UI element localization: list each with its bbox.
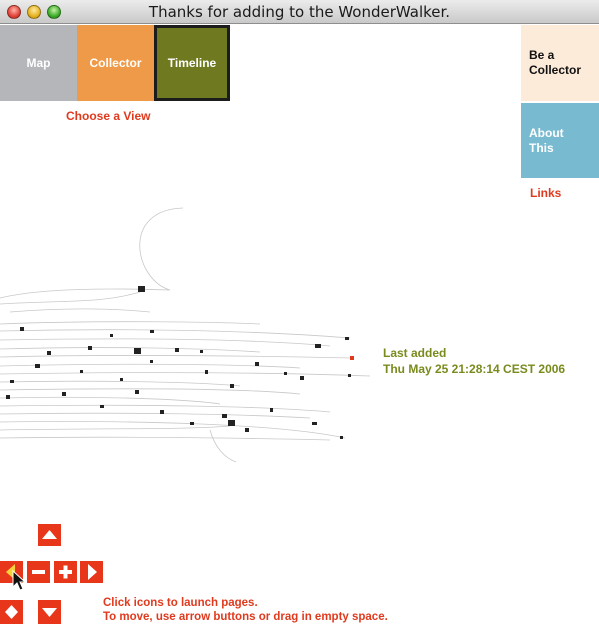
timeline-visualization[interactable] <box>0 200 370 470</box>
map-view-button[interactable]: Map <box>0 25 77 101</box>
zoom-out-button[interactable] <box>27 561 50 583</box>
instructions-line-1: Click icons to launch pages. <box>103 597 258 609</box>
move-down-button[interactable] <box>38 600 61 624</box>
links-caption: Links <box>530 186 562 200</box>
window-title: Thanks for adding to the WonderWalker. <box>148 3 451 21</box>
window-titlebar: Thanks for adding to the WonderWalker. <box>0 0 599 24</box>
collector-view-button[interactable]: Collector <box>77 25 154 101</box>
last-added-date: Thu May 25 21:28:14 CEST 2006 <box>383 362 566 376</box>
minus-icon <box>32 570 45 574</box>
timeline-view-button[interactable]: Timeline <box>154 25 230 101</box>
move-up-button[interactable] <box>38 524 61 546</box>
mouse-pointer-icon <box>12 570 27 591</box>
reset-view-button[interactable] <box>0 600 23 624</box>
about-this-link[interactable]: About This <box>521 103 599 178</box>
diamond-icon <box>5 605 18 619</box>
choose-view-caption: Choose a View <box>66 109 151 123</box>
arrow-down-icon <box>42 608 57 617</box>
move-right-button[interactable] <box>80 561 103 583</box>
last-added-label: Last added <box>383 346 447 360</box>
zoom-in-button[interactable] <box>54 561 77 583</box>
be-collector-link[interactable]: Be a Collector <box>521 25 599 101</box>
arrow-right-icon <box>88 564 97 580</box>
arrow-up-icon <box>42 530 57 539</box>
instructions-line-2: To move, use arrow buttons or drag in em… <box>103 611 388 623</box>
plus-icon <box>59 565 72 579</box>
